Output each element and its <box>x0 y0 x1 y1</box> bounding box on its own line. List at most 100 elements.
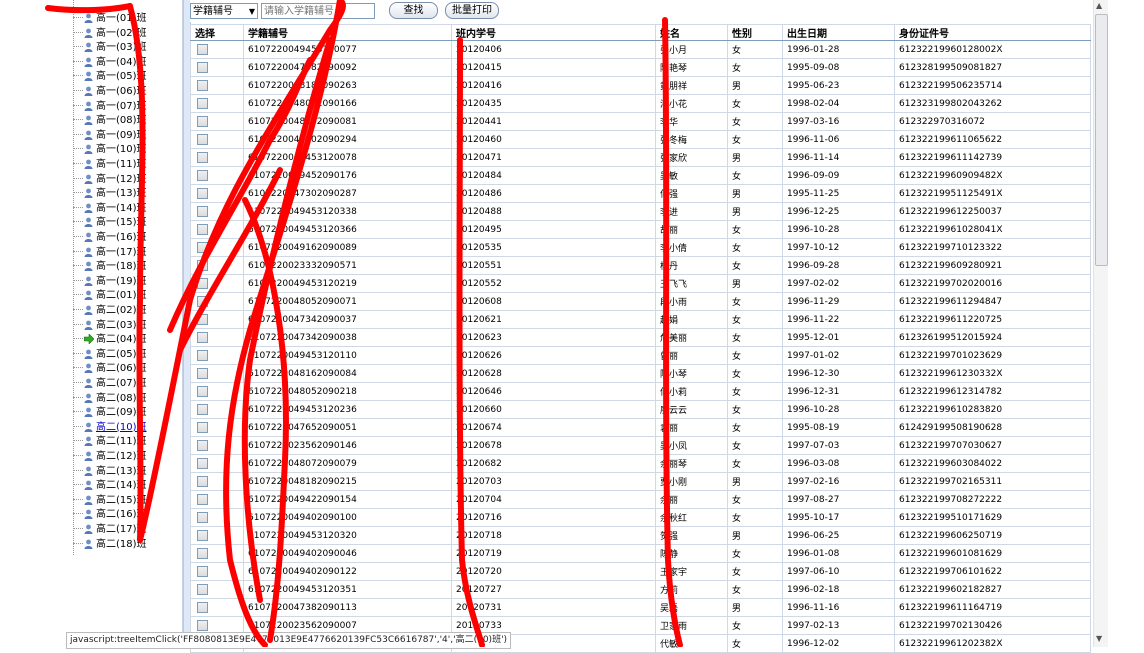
row-checkbox[interactable] <box>197 332 208 343</box>
tree-item-class[interactable]: 高二(10)班 <box>66 421 147 435</box>
row-checkbox[interactable] <box>197 152 208 163</box>
tree-item-class[interactable]: 高二(15)班 <box>66 494 147 508</box>
tree-item-class[interactable]: 高一(13)班 <box>66 187 147 201</box>
tree-item-class[interactable]: 高一(19)班 <box>66 275 147 289</box>
row-checkbox[interactable] <box>197 476 208 487</box>
tree-item-class[interactable]: 高二(04)班 <box>66 333 147 347</box>
tree-item-class[interactable]: 高二(17)班 <box>66 523 147 537</box>
table-row[interactable]: 6107220049402090294 20120460 张冬梅女 1996-11-0… <box>190 130 1091 149</box>
row-checkbox[interactable] <box>197 80 208 91</box>
tree-item-class[interactable]: 高一(07)班 <box>66 100 147 114</box>
search-field-select[interactable]: 学籍辅号 ▼ <box>190 3 258 19</box>
table-row[interactable]: 6107220049162090089 20120535 李小倩女 1997-10-1… <box>190 238 1091 257</box>
tree-item-class[interactable]: 高一(08)班 <box>66 114 147 128</box>
row-checkbox[interactable] <box>197 242 208 253</box>
row-checkbox[interactable] <box>197 134 208 145</box>
tree-item-class[interactable]: 高二(09)班 <box>66 406 147 420</box>
scrollbar-thumb[interactable] <box>1095 14 1108 266</box>
row-checkbox[interactable] <box>197 386 208 397</box>
table-row[interactable]: 6107220047382090113 20120731 吴磊男 1996-11-16… <box>190 598 1091 617</box>
row-checkbox[interactable] <box>197 260 208 271</box>
col-birthdate-header[interactable]: 出生日期 <box>782 24 895 41</box>
row-checkbox[interactable] <box>197 206 208 217</box>
tree-item-class[interactable]: 高二(08)班 <box>66 392 147 406</box>
table-row[interactable]: 6107220049452090176 20120484 吴敏女 1996-09-09… <box>190 166 1091 185</box>
vertical-scrollbar[interactable]: ▲ ▼ <box>1093 0 1108 647</box>
batch-print-button[interactable]: 批量打印 <box>445 2 499 19</box>
row-checkbox[interactable] <box>197 566 208 577</box>
tree-item-class[interactable]: 高二(11)班 <box>66 435 147 449</box>
col-student-no-header[interactable]: 学籍辅号 <box>243 24 452 41</box>
row-checkbox[interactable] <box>197 170 208 181</box>
table-row[interactable]: 6107220023562090146 20120678 吴小凤女 1997-07-0… <box>190 436 1091 455</box>
tree-item-class[interactable]: 高一(14)班 <box>66 202 147 216</box>
search-button[interactable]: 查找 <box>389 2 438 19</box>
tree-item-class[interactable]: 高二(06)班 <box>66 362 147 376</box>
row-checkbox[interactable] <box>197 530 208 541</box>
tree-item-class[interactable]: 高一(18)班 <box>66 260 147 274</box>
table-row[interactable]: 6107220049453120351 20120727 方莉女 1996-02-18… <box>190 580 1091 599</box>
row-checkbox[interactable] <box>197 368 208 379</box>
tree-item-class[interactable]: 高一(09)班 <box>66 129 147 143</box>
table-row[interactable]: 6107220047342090038 20120623 危美丽女 1995-12-0… <box>190 328 1091 347</box>
table-row[interactable]: 6107220048052090218 20120646 何小莉女 1996-12-3… <box>190 382 1091 401</box>
table-row[interactable]: 6107220047302090287 20120486 何强男 1995-11-25… <box>190 184 1091 203</box>
tree-item-class[interactable]: 高一(15)班 <box>66 216 147 230</box>
scroll-up-icon[interactable]: ▲ <box>1096 1 1102 10</box>
table-row[interactable]: 6107220047652090051 20120674 袁丽女 1995-08-19… <box>190 418 1091 437</box>
table-row[interactable]: 6107220049453120219 20120552 王飞飞男 1997-02-0… <box>190 274 1091 293</box>
table-row[interactable]: 6107220048072090166 20120435 潘小花女 1998-02-0… <box>190 94 1091 113</box>
tree-item-class[interactable]: 高二(14)班 <box>66 479 147 493</box>
table-row[interactable]: 6107220049453120338 20120488 李进男 1996-12-25… <box>190 202 1091 221</box>
tree-item-class[interactable]: 高一(01)班 <box>66 12 147 26</box>
table-row[interactable]: 6107220049453120110 20120626 曾丽女 1997-01-02… <box>190 346 1091 365</box>
table-row[interactable]: 6107220048182090263 20120416 黄朋祥男 1995-06-2… <box>190 76 1091 95</box>
search-input[interactable] <box>261 3 375 19</box>
tree-item-class[interactable]: 高一(10)班 <box>66 143 147 157</box>
tree-item-class[interactable]: 高二(18)班 <box>66 538 147 552</box>
table-row[interactable]: 6107220048182090215 20120703 贾小刚男 1997-02-1… <box>190 472 1091 491</box>
row-checkbox[interactable] <box>197 422 208 433</box>
row-checkbox[interactable] <box>197 188 208 199</box>
table-row[interactable]: 6107220047382090092 20120415 陈艳琴女 1995-09-0… <box>190 58 1091 77</box>
tree-item-class[interactable]: 高二(03)班 <box>66 319 147 333</box>
tree-item-class[interactable]: 高二(07)班 <box>66 377 147 391</box>
row-checkbox[interactable] <box>197 62 208 73</box>
row-checkbox[interactable] <box>197 602 208 613</box>
row-checkbox[interactable] <box>197 296 208 307</box>
tree-item-class[interactable]: 高一(17)班 <box>66 246 147 260</box>
row-checkbox[interactable] <box>197 314 208 325</box>
row-checkbox[interactable] <box>197 458 208 469</box>
table-row[interactable]: 6107220047342090037 20120621 赵娟女 1996-11-22… <box>190 310 1091 329</box>
row-checkbox[interactable] <box>197 548 208 559</box>
tree-item-class[interactable]: 高二(16)班 <box>66 508 147 522</box>
tree-item-class[interactable]: 高一(04)班 <box>66 56 147 70</box>
tree-item-class[interactable]: 高一(03)班 <box>66 41 147 55</box>
table-row[interactable]: 6107220049402090046 20120719 陈静女 1996-01-08… <box>190 544 1091 563</box>
col-name-header[interactable]: 姓名 <box>655 24 728 41</box>
table-row[interactable]: 6107220049453120078 20120471 张家欣男 1996-11-1… <box>190 148 1091 167</box>
row-checkbox[interactable] <box>197 44 208 55</box>
row-checkbox[interactable] <box>197 440 208 451</box>
table-row[interactable]: 6107220048072090079 20120682 余丽琴女 1996-03-0… <box>190 454 1091 473</box>
row-checkbox[interactable] <box>197 116 208 127</box>
tree-item-class[interactable]: 高二(01)班 <box>66 289 147 303</box>
row-checkbox[interactable] <box>197 404 208 415</box>
table-row[interactable]: 6107220048162090084 20120628 陈小琴女 1996-12-3… <box>190 364 1091 383</box>
tree-item-class[interactable]: 高二(02)班 <box>66 304 147 318</box>
table-row[interactable]: 6107220049453120366 20120495 胡丽女 1996-10-28… <box>190 220 1091 239</box>
scroll-down-icon[interactable]: ▼ <box>1096 634 1102 643</box>
table-row[interactable]: 6107220048052090071 20120608 段小雨女 1996-11-2… <box>190 292 1091 311</box>
table-row[interactable]: 6107220048182090081 20120441 李华女 1997-03-16… <box>190 112 1091 131</box>
row-checkbox[interactable] <box>197 620 208 631</box>
tree-item-class[interactable]: 高一(06)班 <box>66 85 147 99</box>
row-checkbox[interactable] <box>197 512 208 523</box>
table-row[interactable]: 6107220049402090100 20120716 余秋红女 1995-10-1… <box>190 508 1091 527</box>
tree-item-class[interactable]: 高二(12)班 <box>66 450 147 464</box>
row-checkbox[interactable] <box>197 584 208 595</box>
col-id-number-header[interactable]: 身份证件号 <box>894 24 1091 41</box>
table-row[interactable]: 6107220023332090571 20120551 杨丹女 1996-09-28… <box>190 256 1091 275</box>
tree-item-class[interactable]: 高一(05)班 <box>66 70 147 84</box>
tree-item-class[interactable]: 高一(16)班 <box>66 231 147 245</box>
row-checkbox[interactable] <box>197 98 208 109</box>
